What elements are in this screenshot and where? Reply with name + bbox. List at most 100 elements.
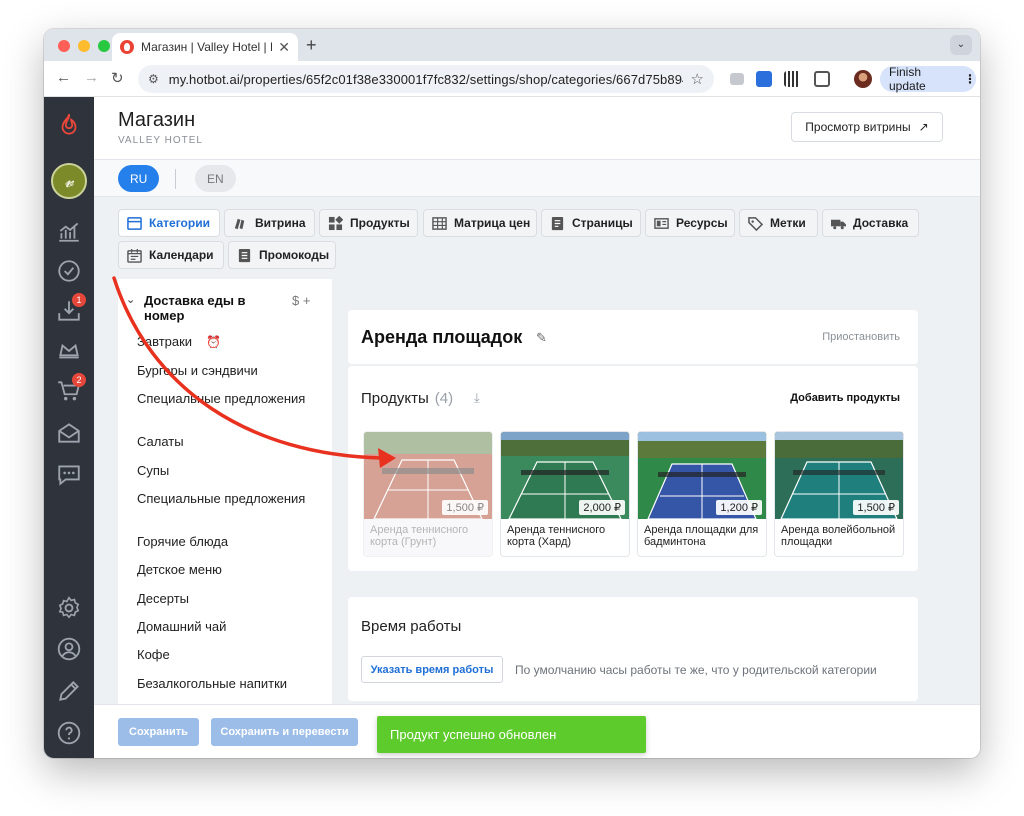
- language-switcher: RU EN: [94, 159, 980, 197]
- product-price: 1,200 ₽: [716, 500, 762, 515]
- tab-calendars[interactable]: Календари: [118, 241, 224, 269]
- analytics-icon[interactable]: [55, 217, 83, 245]
- tab-categories[interactable]: Категории: [118, 209, 220, 237]
- services-crown-icon[interactable]: [55, 337, 83, 365]
- hotbot-flame-logo-icon[interactable]: [55, 111, 83, 139]
- product-price: 1,500 ₽: [442, 500, 488, 515]
- add-products-link[interactable]: Добавить продукты: [790, 392, 900, 404]
- categories-icon: [127, 216, 142, 230]
- category-item[interactable]: Домашний чай: [137, 620, 317, 634]
- camera-extension-icon[interactable]: [730, 73, 744, 85]
- close-window-button[interactable]: [58, 40, 70, 52]
- category-item[interactable]: Салаты: [137, 435, 317, 449]
- tags-icon: [748, 216, 763, 231]
- working-hours-heading: Время работы: [361, 618, 462, 635]
- tab-delivery[interactable]: Доставка: [822, 209, 919, 237]
- category-item[interactable]: Специальные предложения: [137, 492, 317, 506]
- close-tab-icon[interactable]: ✕: [278, 39, 290, 56]
- help-icon[interactable]: [55, 719, 83, 747]
- tab-showcase[interactable]: Витрина: [224, 209, 315, 237]
- category-item[interactable]: Бургеры и сэндвичи: [137, 364, 317, 378]
- save-button[interactable]: Сохранить: [118, 718, 199, 746]
- site-settings-icon[interactable]: ⚙: [148, 72, 159, 86]
- category-item-label: Завтраки: [137, 334, 193, 349]
- working-hours-note: По умолчанию часы работы те же, что у ро…: [515, 663, 877, 677]
- extensions-puzzle-icon[interactable]: [814, 71, 830, 87]
- tab-label: Доставка: [853, 216, 909, 230]
- back-icon[interactable]: ←: [56, 69, 71, 86]
- download-icon[interactable]: ⤓: [474, 390, 480, 406]
- tasks-check-icon[interactable]: [55, 257, 83, 285]
- minimize-window-button[interactable]: [78, 40, 90, 52]
- tab-label: Страницы: [572, 216, 633, 230]
- save-and-translate-button[interactable]: Сохранить и перевести: [211, 718, 358, 746]
- pause-category-link[interactable]: Приостановить: [822, 331, 900, 343]
- mail-icon[interactable]: [55, 419, 83, 447]
- browser-window: Магазин | Valley Hotel | Hotb ✕ + ⌄ ← → …: [44, 29, 980, 758]
- set-working-hours-button[interactable]: Указать время работы: [361, 656, 503, 683]
- profile-avatar[interactable]: [854, 70, 872, 88]
- product-card[interactable]: 1,500 ₽ Аренда волейбольной площадки: [775, 432, 903, 556]
- inbox-download-icon[interactable]: 1: [55, 293, 86, 325]
- category-item[interactable]: Детское меню: [137, 563, 317, 577]
- main-content: Магазин VALLEY HOTEL Просмотр витрины ↗ …: [94, 97, 980, 758]
- category-item[interactable]: Кофе: [137, 648, 317, 662]
- tab-label: Продукты: [350, 216, 410, 230]
- cart-badge: 2: [72, 373, 86, 387]
- category-parent-actions[interactable]: $ +: [292, 293, 310, 308]
- category-item[interactable]: Завтраки ⏰: [137, 334, 317, 350]
- language-en-button[interactable]: EN: [195, 165, 236, 192]
- edit-pencil-icon[interactable]: ✎: [536, 330, 547, 346]
- tab-label: Матрица цен: [454, 216, 531, 230]
- new-tab-icon[interactable]: +: [306, 35, 317, 56]
- language-ru-button[interactable]: RU: [118, 165, 160, 192]
- calendar-icon: [127, 248, 142, 263]
- tab-products[interactable]: Продукты: [319, 209, 418, 237]
- pages-icon: [551, 216, 564, 230]
- product-card[interactable]: 2,000 ₽ Аренда теннисного корта (Хард): [501, 432, 629, 556]
- address-bar[interactable]: ⚙ my.hotbot.ai/properties/65f2c01f38e330…: [138, 65, 714, 93]
- category-item[interactable]: Десерты: [137, 592, 317, 606]
- browser-toolbar: ← → ↻ ⚙ my.hotbot.ai/properties/65f2c01f…: [44, 61, 980, 97]
- tab-label: Витрина: [255, 216, 306, 230]
- category-tree: ⌄ Доставка еды в номер $ + Завтраки ⏰ Бур…: [118, 279, 332, 704]
- page-title: Магазин: [118, 109, 196, 131]
- tab-search-icon[interactable]: ⌄: [950, 35, 972, 55]
- tab-price-matrix[interactable]: Матрица цен: [423, 209, 537, 237]
- category-item[interactable]: Горячие блюда: [137, 535, 317, 549]
- property-name: VALLEY HOTEL: [118, 135, 203, 146]
- pencil-edit-icon[interactable]: [55, 677, 83, 705]
- product-card[interactable]: 1,500 ₽ Аренда теннисного корта (Грунт): [364, 432, 492, 556]
- chevron-down-icon[interactable]: ⌄: [126, 293, 135, 308]
- category-item[interactable]: Безалкогольные напитки: [137, 677, 317, 691]
- maximize-window-button[interactable]: [98, 40, 110, 52]
- product-name: Аренда теннисного корта (Хард): [507, 524, 606, 548]
- chat-icon[interactable]: [55, 460, 83, 488]
- product-name: Аренда теннисного корта (Грунт): [370, 524, 469, 548]
- tab-tags[interactable]: Метки: [739, 209, 818, 237]
- property-avatar[interactable]: 𝓿: [51, 163, 87, 199]
- product-name: Аренда площадки для бадминтона: [644, 524, 759, 548]
- category-item[interactable]: Супы: [137, 464, 317, 478]
- alarm-clock-icon: ⏰: [206, 335, 222, 349]
- url-text: my.hotbot.ai/properties/65f2c01f38e33000…: [168, 71, 683, 87]
- external-link-icon: ↗: [918, 120, 929, 134]
- product-card[interactable]: 1,200 ₽ Аренда площадки для бадминтона: [638, 432, 766, 556]
- tab-promocodes[interactable]: Промокоды: [228, 241, 336, 269]
- showcase-icon: [234, 218, 245, 229]
- finish-update-button[interactable]: Finish update ⋮: [880, 65, 976, 93]
- browser-tab[interactable]: Магазин | Valley Hotel | Hotb ✕: [112, 33, 298, 61]
- reload-icon[interactable]: ↻: [111, 69, 124, 87]
- user-profile-icon[interactable]: [55, 635, 83, 663]
- tab-resources[interactable]: Ресурсы: [645, 209, 735, 237]
- zip-extension-icon[interactable]: [756, 71, 772, 87]
- qr-extension-icon[interactable]: [784, 71, 800, 87]
- working-hours-card: Время работы Указать время работы По умо…: [348, 597, 918, 701]
- preview-showcase-button[interactable]: Просмотр витрины ↗: [791, 112, 943, 142]
- bookmark-star-icon[interactable]: ☆: [691, 70, 704, 88]
- forward-icon[interactable]: →: [84, 69, 99, 86]
- settings-gear-icon[interactable]: [55, 594, 83, 622]
- shop-cart-icon[interactable]: 2: [55, 373, 86, 405]
- tab-pages[interactable]: Страницы: [541, 209, 641, 237]
- category-item[interactable]: Специальные предложения: [137, 392, 317, 406]
